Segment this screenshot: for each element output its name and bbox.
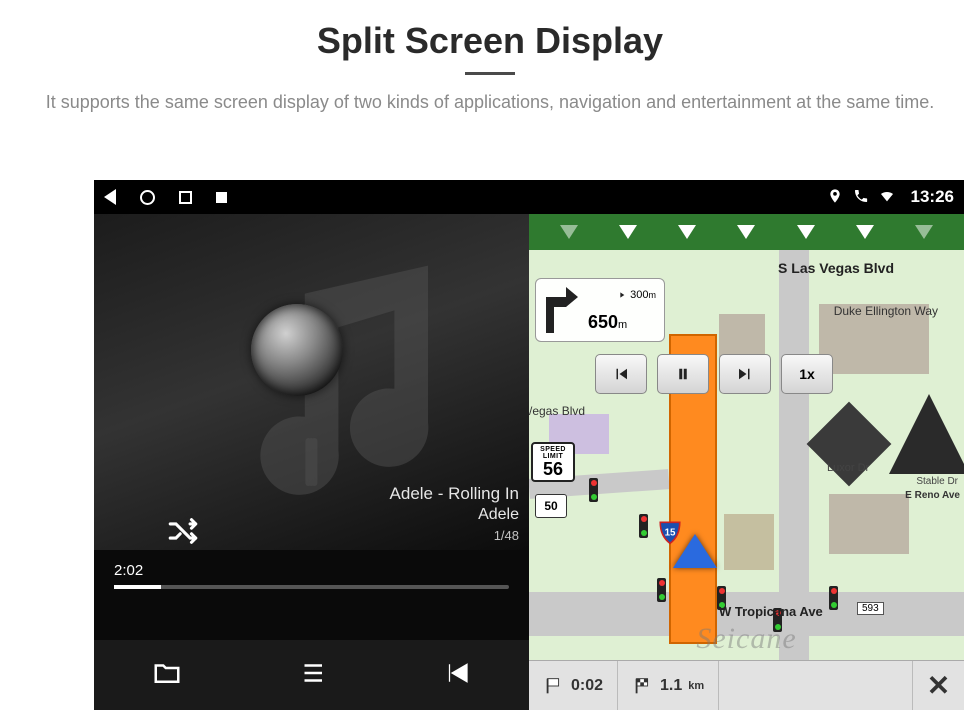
- eta-time[interactable]: 0:02: [529, 661, 618, 710]
- track-title: Adele - Rolling In: [390, 484, 519, 504]
- turn-instruction[interactable]: 300m 650m: [535, 278, 665, 342]
- recent-apps-icon[interactable]: [179, 191, 192, 204]
- sim-next-button[interactable]: [719, 354, 771, 394]
- progress-area: 2:02: [114, 562, 509, 589]
- nav-bottom-bar: 0:02 1.1 km ✕: [529, 660, 964, 710]
- sim-prev-button[interactable]: [595, 354, 647, 394]
- navigation-pane: S Las Vegas Blvd Duke Ellington Way Luxo…: [529, 214, 964, 710]
- playlist-icon[interactable]: [297, 658, 327, 693]
- exit-number: 593: [857, 602, 884, 615]
- turn-right-small-icon: [611, 287, 627, 303]
- status-bar: 13:26: [94, 180, 964, 214]
- progress-bar[interactable]: [114, 585, 509, 589]
- split-handle[interactable]: [308, 438, 314, 486]
- speed-limit-value: 56: [533, 460, 573, 478]
- eta-distance[interactable]: 1.1 km: [618, 661, 719, 710]
- music-pane: Adele - Rolling In Adele 1/48 2:02: [94, 214, 529, 710]
- eta-distance-value: 1.1: [660, 677, 682, 695]
- street-label: Duke Ellington Way: [834, 304, 938, 318]
- speed-limit-label: SPEED LIMIT: [533, 446, 573, 460]
- back-icon[interactable]: [104, 189, 116, 205]
- turn-left-icon: [542, 285, 582, 335]
- main-turn-distance: 650: [588, 312, 618, 332]
- lane-arrow-icon: [737, 225, 755, 239]
- device-screen: 13:26 Adele - Rolling In Adele 1/48 2:02: [94, 180, 964, 710]
- street-label: Luxor Dr: [827, 462, 869, 474]
- building: [829, 494, 909, 554]
- street-label: W Tropicana Ave: [719, 604, 823, 619]
- sim-speed-button[interactable]: 1x: [781, 354, 833, 394]
- location-icon: [827, 188, 843, 207]
- lane-arrow-icon: [856, 225, 874, 239]
- flag-finish-icon: [632, 675, 654, 697]
- wifi-icon: [879, 188, 895, 207]
- status-clock: 13:26: [911, 187, 954, 207]
- screenshot-icon[interactable]: [216, 192, 227, 203]
- unit-label: m: [618, 319, 627, 331]
- title-underline: [465, 72, 515, 75]
- eta-time-value: 0:02: [571, 677, 603, 695]
- track-artist: Adele: [390, 506, 519, 524]
- music-bottom-bar: [94, 640, 529, 710]
- play-button[interactable]: [251, 304, 343, 396]
- current-position-icon: [673, 534, 717, 568]
- traffic-light-icon: [639, 514, 648, 538]
- lane-arrow-icon: [678, 225, 696, 239]
- building: [724, 514, 774, 570]
- folder-icon[interactable]: [152, 658, 182, 693]
- flag-start-icon: [543, 675, 565, 697]
- traffic-light-icon: [589, 478, 598, 502]
- simulation-controls: 1x: [595, 354, 833, 394]
- building-pyramid: [889, 394, 964, 474]
- page-subtitle: It supports the same screen display of t…: [40, 89, 940, 115]
- previous-track-icon[interactable]: [442, 658, 472, 693]
- street-label: S Las Vegas Blvd: [778, 260, 894, 276]
- lane-arrow-icon: [797, 225, 815, 239]
- elapsed-time: 2:02: [114, 562, 509, 579]
- street-label: Stable Dr: [916, 476, 958, 487]
- shuffle-icon[interactable]: [166, 514, 200, 553]
- home-icon[interactable]: [140, 190, 155, 205]
- sim-pause-button[interactable]: [657, 354, 709, 394]
- unit-label: km: [688, 680, 704, 692]
- lane-arrow-icon: [560, 225, 578, 239]
- highway-badge: 50: [535, 494, 567, 518]
- lane-arrow-icon: [915, 225, 933, 239]
- street-label: E Reno Ave: [905, 490, 960, 501]
- track-index: 1/48: [390, 528, 519, 543]
- next-turn-distance: 300: [630, 289, 648, 301]
- unit-label: m: [649, 290, 657, 300]
- lane-guidance-bar: [529, 214, 964, 250]
- street-label: /egas Blvd: [529, 404, 585, 418]
- watermark: Seicane: [696, 622, 796, 656]
- phone-icon: [853, 188, 869, 207]
- lane-arrow-icon: [619, 225, 637, 239]
- traffic-light-icon: [657, 578, 666, 602]
- page-title: Split Screen Display: [40, 20, 940, 62]
- speed-limit-sign: SPEED LIMIT 56: [531, 442, 575, 482]
- traffic-light-icon: [829, 586, 838, 610]
- close-button[interactable]: ✕: [912, 661, 964, 710]
